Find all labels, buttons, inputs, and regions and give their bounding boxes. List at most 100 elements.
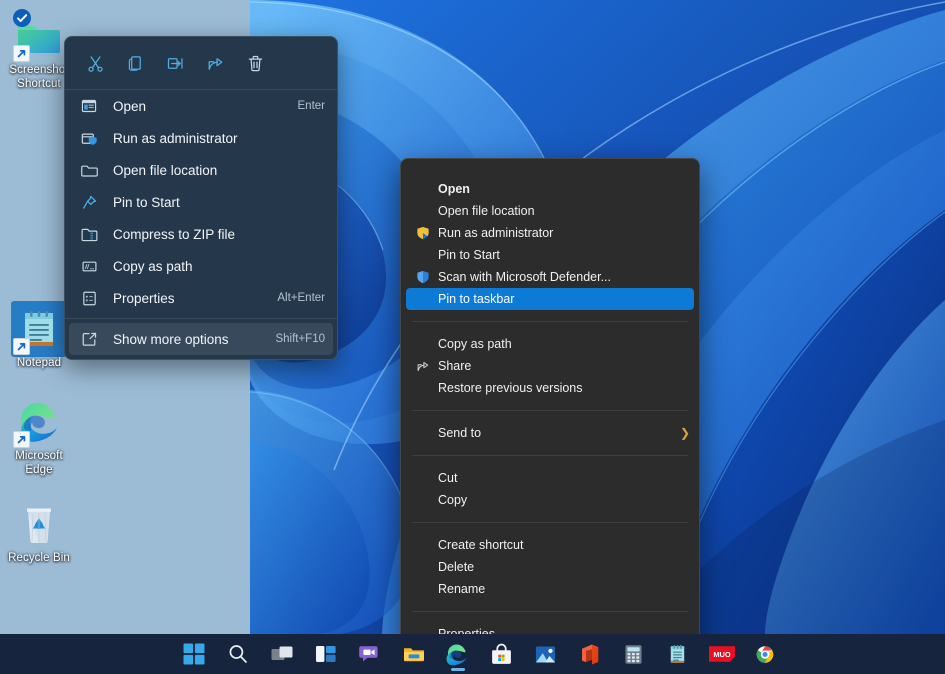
taskbar-start-button[interactable]	[172, 634, 216, 674]
menu-separator	[65, 318, 337, 319]
win11-context-menu[interactable]: Open Enter Run as administrator Open fil…	[64, 36, 338, 360]
edge-icon	[13, 398, 63, 448]
icon-label-line1: Recycle Bin	[8, 552, 70, 564]
classic-menu-item-delete[interactable]: Delete	[406, 556, 694, 578]
taskbar-task-view-button[interactable]	[260, 634, 304, 674]
classic-menu-item-pin-to-start[interactable]: Pin to Start	[406, 244, 694, 266]
onedrive-synced-badge	[12, 8, 32, 28]
context-menu-toolbar	[65, 37, 337, 90]
classic-menu-item-open-file-location[interactable]: Open file location	[406, 200, 694, 222]
properties-icon	[79, 288, 99, 308]
share-arrow-icon	[415, 358, 431, 374]
folder-icon	[13, 9, 63, 62]
classic-menu-item-label: Cut	[438, 471, 458, 485]
classic-menu-item-label: Send to	[438, 426, 482, 440]
classic-menu-item-label: Share	[438, 359, 472, 373]
no-icon	[415, 537, 431, 553]
classic-menu-separator	[412, 611, 688, 612]
cut-icon[interactable]	[75, 46, 115, 80]
no-icon	[415, 581, 431, 597]
classic-menu-group-1: Open Open file location Run as administr…	[401, 175, 699, 313]
menu-item-copy-as-path[interactable]: Copy as path	[69, 250, 333, 282]
icon-label-line2: Edge	[25, 463, 53, 476]
share-icon[interactable]	[195, 46, 235, 80]
menu-item-accelerator: Shift+F10	[275, 333, 325, 345]
taskbar-calculator-button[interactable]	[612, 634, 656, 674]
taskbar-search-button[interactable]	[216, 634, 260, 674]
menu-item-pin-to-start[interactable]: Pin to Start	[69, 186, 333, 218]
menu-item-accelerator: Alt+Enter	[277, 292, 325, 304]
classic-menu-group-2: Copy as path Share Restore previous vers…	[401, 330, 699, 402]
no-icon	[415, 470, 431, 486]
classic-menu-item-pin-to-taskbar[interactable]: Pin to taskbar	[406, 288, 694, 310]
taskbar-notepad-button[interactable]	[656, 634, 700, 674]
classic-menu-separator	[412, 321, 688, 322]
taskbar-edge-button[interactable]	[436, 634, 480, 674]
classic-menu-item-run-as-administrator[interactable]: Run as administrator	[406, 222, 694, 244]
recycle-bin-icon	[15, 500, 63, 548]
classic-menu-item-label: Pin to taskbar	[438, 292, 515, 306]
classic-menu-item-restore-previous-versions[interactable]: Restore previous versions	[406, 377, 694, 399]
menu-item-compress-to-zip-file[interactable]: Compress to ZIP file	[69, 218, 333, 250]
taskbar-items: MUO	[172, 634, 774, 674]
desktop-icon-label: Microsoft Edge	[0, 450, 78, 477]
show-more-options-icon	[79, 329, 99, 349]
no-icon	[415, 492, 431, 508]
classic-context-menu[interactable]: Open Open file location Run as administr…	[400, 158, 700, 663]
menu-item-run-as-administrator[interactable]: Run as administrator	[69, 122, 333, 154]
icon-label-line1: Microsoft	[15, 450, 63, 462]
menu-item-label: Show more options	[113, 331, 229, 347]
desktop-icon-recycle-bin[interactable]: Recycle Bin	[0, 500, 78, 566]
classic-menu-separator	[412, 455, 688, 456]
taskbar-file-explorer-button[interactable]	[392, 634, 436, 674]
classic-menu-item-copy[interactable]: Copy	[406, 489, 694, 511]
menu-item-label: Compress to ZIP file	[113, 226, 236, 242]
desktop-icon-label: Recycle Bin	[0, 552, 78, 566]
menu-item-label: Run as administrator	[113, 130, 238, 146]
classic-menu-item-open[interactable]: Open	[406, 178, 694, 200]
taskbar-widgets-button[interactable]	[304, 634, 348, 674]
classic-menu-item-label: Run as administrator	[438, 226, 554, 240]
classic-menu-item-copy-as-path[interactable]: Copy as path	[406, 333, 694, 355]
classic-menu-item-label: Copy as path	[438, 337, 512, 351]
no-icon	[415, 291, 431, 307]
menu-item-open-file-location[interactable]: Open file location	[69, 154, 333, 186]
classic-menu-item-label: Restore previous versions	[438, 381, 583, 395]
no-icon	[415, 247, 431, 263]
copy-icon[interactable]	[115, 46, 155, 80]
no-icon	[415, 380, 431, 396]
classic-menu-item-share[interactable]: Share	[406, 355, 694, 377]
taskbar-chrome-button[interactable]	[744, 634, 774, 674]
uac-shield-icon	[415, 225, 431, 241]
taskbar-photos-button[interactable]	[524, 634, 568, 674]
classic-menu-group-4: Cut Copy	[401, 464, 699, 514]
menu-item-label: Open	[113, 98, 147, 114]
classic-menu-item-label: Open file location	[438, 204, 535, 218]
icon-label-line2: Shortcut	[17, 77, 61, 90]
no-icon	[415, 425, 431, 441]
classic-menu-item-scan-with-microsoft-defender[interactable]: Scan with Microsoft Defender...	[406, 266, 694, 288]
classic-menu-item-send-to[interactable]: Send to ❯	[406, 422, 694, 444]
taskbar-chat-button[interactable]	[348, 634, 392, 674]
classic-menu-item-label: Copy	[438, 493, 468, 507]
rename-icon[interactable]	[155, 46, 195, 80]
menu-item-show-more-options[interactable]: Show more options Shift+F10	[69, 323, 333, 355]
shortcut-arrow-icon	[13, 338, 30, 355]
desktop-icon-microsoft-edge[interactable]: Microsoft Edge	[0, 398, 78, 477]
desktop-icon-label: Notepad	[0, 357, 78, 371]
taskbar-office-button[interactable]	[568, 634, 612, 674]
delete-icon[interactable]	[235, 46, 275, 80]
shortcut-arrow-icon	[13, 45, 30, 62]
classic-menu-item-cut[interactable]: Cut	[406, 467, 694, 489]
classic-menu-group-5: Create shortcut Delete Rename	[401, 531, 699, 603]
zip-icon	[79, 224, 99, 244]
classic-menu-item-create-shortcut[interactable]: Create shortcut	[406, 534, 694, 556]
shield-admin-icon	[79, 128, 99, 148]
classic-menu-item-rename[interactable]: Rename	[406, 578, 694, 600]
classic-menu-item-label: Create shortcut	[438, 538, 524, 552]
no-icon	[415, 336, 431, 352]
taskbar-muo-button[interactable]: MUO	[700, 634, 744, 674]
menu-item-properties[interactable]: Properties Alt+Enter	[69, 282, 333, 314]
menu-item-open[interactable]: Open Enter	[69, 90, 333, 122]
taskbar-microsoft-store-button[interactable]	[480, 634, 524, 674]
